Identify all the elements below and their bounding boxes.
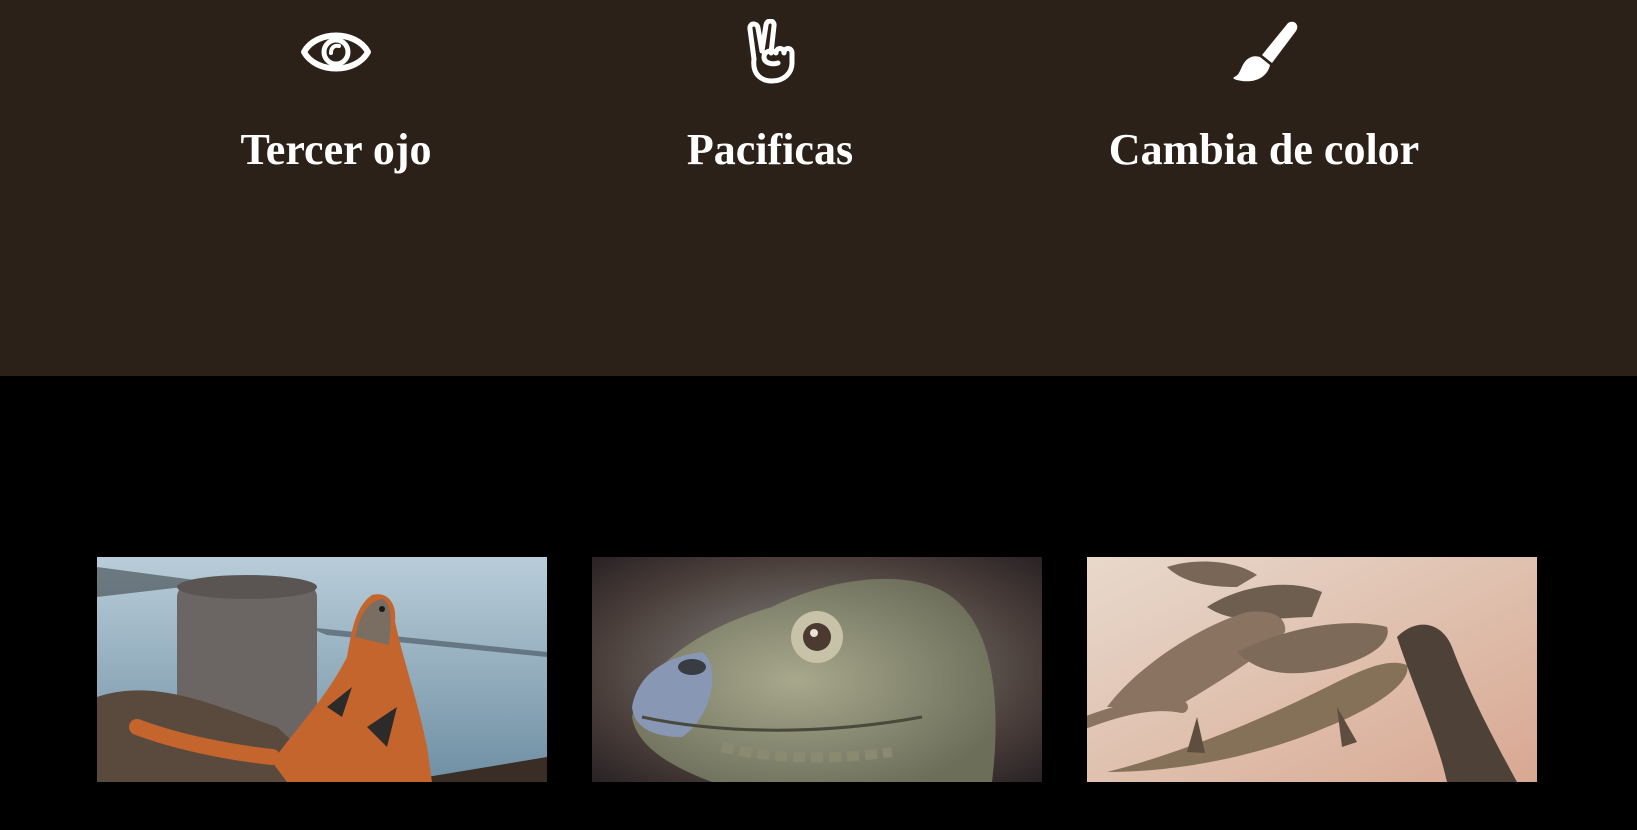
gallery-image-iguana-closeup [592, 557, 1042, 782]
eye-icon [300, 18, 372, 86]
feature-title: Tercer ojo [240, 125, 432, 174]
feature-title: Cambia de color [1108, 125, 1420, 174]
features-section: Tercer ojo Pacificas Cambia de color [0, 0, 1637, 376]
peace-hand-icon [734, 18, 806, 86]
gallery-image-iguana-group [1087, 557, 1537, 782]
photo-gallery [0, 376, 1637, 830]
paint-brush-icon [1228, 18, 1300, 86]
feature-title: Pacificas [686, 125, 854, 174]
gallery-image-orange-iguana [97, 557, 547, 782]
